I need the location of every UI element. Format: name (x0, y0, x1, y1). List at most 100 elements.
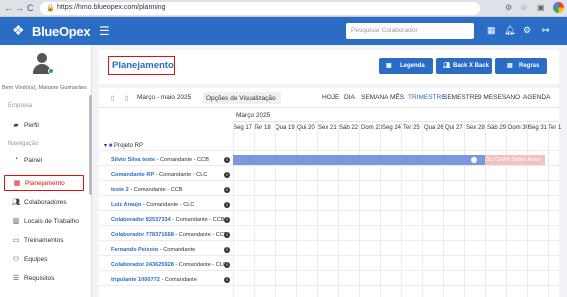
view-trimestre[interactable]: TRIMESTRE (408, 94, 446, 101)
avatar[interactable] (31, 53, 54, 75)
person-name[interactable]: Fernando Peixoto (111, 247, 158, 253)
person-name[interactable]: tripulante 1000772 (111, 277, 160, 283)
project-label: Projeto RP (113, 143, 143, 149)
person-row[interactable]: Silvio Silva teste - Comandante - CCB (111, 157, 209, 163)
person-row[interactable]: Comandante RP - Comandante - CLC (111, 172, 207, 178)
profile-icon[interactable] (553, 2, 564, 13)
person-name[interactable]: Colaborador 778371668 (111, 232, 174, 238)
view-hoje[interactable]: HOJE (322, 94, 339, 101)
gantt-bar[interactable] (233, 155, 486, 165)
planner-panel: ▯ ▯ Março - maio 2025 Opções de Visualiz… (99, 88, 562, 297)
sidebar-item-label: Requisitos (24, 275, 55, 282)
users-icon: 👥︎ (443, 63, 451, 69)
person-role: - Comandante (158, 247, 196, 253)
date-range: Março - maio 2025 (137, 94, 192, 101)
view-semestre[interactable]: SEMESTRE (443, 94, 479, 101)
calendar-icon: ▦ (13, 180, 21, 187)
back-arrow-icon[interactable]: ← (4, 3, 13, 13)
table-row (99, 140, 559, 151)
person-row[interactable]: Colaborador 82537334 - Comandante - CCB (111, 217, 225, 223)
info-icon[interactable]: i (224, 247, 230, 253)
view-ano[interactable]: ANO (506, 94, 520, 101)
day-label: Sáb 22 (339, 125, 359, 131)
gantt-event-bar[interactable]: Sc CHAA Sobre Aviso (485, 155, 545, 165)
bell-icon[interactable]: 🔔︎ (504, 25, 515, 36)
view-9-meses[interactable]: 9 MESES (478, 94, 506, 101)
view-options-dropdown[interactable]: Opções de Visualização (203, 92, 281, 104)
sidebar-item-planejamento[interactable]: ▦ Planejamento (4, 175, 84, 191)
day-label: Sex 21 (318, 125, 337, 131)
view-mes[interactable]: MÊS (390, 94, 404, 101)
info-icon[interactable]: i (224, 202, 230, 208)
day-label: Ter 1 (548, 125, 562, 131)
day-label: Seg 17 (233, 125, 253, 131)
logout-icon[interactable]: ↦ (542, 25, 550, 36)
person-row[interactable]: Luiz Araujo - Comandante - CLC (111, 202, 194, 208)
info-icon[interactable]: i (224, 262, 230, 268)
info-icon[interactable]: i (224, 172, 230, 178)
sidebar-item-locais[interactable]: ▥ Locais de Trabalho (4, 214, 84, 230)
sidebar-item-label: Treinamentos (24, 237, 64, 244)
timeline-header: Março 2025 Seg 17 Ter 18 Qua 19 Qui 20 S… (233, 108, 562, 140)
person-name[interactable]: Colaborador 243625928 (111, 262, 174, 268)
person-name[interactable]: Luiz Araujo (111, 202, 141, 208)
next-icon[interactable]: ▯ (125, 94, 129, 102)
person-row[interactable]: Colaborador 778371668 - Comandante - CCB (111, 232, 228, 238)
menu-toggle-icon[interactable]: ☰ (99, 24, 110, 38)
search-input[interactable]: Pesquisar Colaborador (346, 23, 474, 39)
event-label: Sc CHAA Sobre Aviso (487, 157, 541, 163)
person-name[interactable]: Silvio Silva teste (111, 157, 155, 163)
info-icon[interactable]: i (224, 157, 230, 163)
sidebar-item-label: Colaboradores (24, 199, 67, 206)
sidebar-item-painel[interactable]: ◔ Painel (4, 153, 84, 169)
view-options-label: Opções de Visualização (206, 94, 276, 102)
bar-handle-icon[interactable] (471, 157, 477, 163)
view-agenda[interactable]: AGENDA (523, 94, 550, 101)
person-name[interactable]: Comandante RP (111, 172, 154, 178)
gear-icon[interactable]: ⚙ (523, 25, 531, 36)
legend-button[interactable]: ▣ Legenda (379, 58, 433, 74)
sidebar-item-label: Painel (24, 157, 43, 164)
prev-icon[interactable]: ▯ (111, 94, 115, 102)
view-semana[interactable]: SEMANA (361, 94, 388, 101)
person-name[interactable]: teste 2 (111, 187, 129, 193)
sidebar-scrollbar[interactable] (89, 95, 92, 195)
day-label: Sáb 29 (487, 125, 507, 131)
person-row[interactable]: Fernando Peixoto - Comandante (111, 247, 195, 253)
back-x-back-button[interactable]: 👥︎ Back X Back (436, 58, 492, 74)
sidebar-item-treinamentos[interactable]: ▭ Treinamentos (4, 233, 84, 249)
person-row[interactable]: Colaborador 243625928 - Comandante - CLC (111, 262, 227, 268)
reload-icon[interactable]: C (27, 3, 34, 13)
project-row[interactable]: ▾ ■ Projeto RP (104, 142, 143, 149)
sidebar-item-requisitos[interactable]: ☰ Requisitos (4, 271, 84, 287)
section-empresa: Empresa (8, 103, 33, 109)
planner-toolbar: ▯ ▯ Março - maio 2025 Opções de Visualiz… (99, 88, 559, 108)
person-name[interactable]: Colaborador 82537334 (111, 217, 171, 223)
sidebar-item-colaboradores[interactable]: 👥︎ Colaboradores (4, 195, 84, 211)
person-row[interactable]: tripulante 1000772 - Comandante (111, 277, 197, 283)
app-logo[interactable]: BlueOpex (32, 24, 91, 39)
logo-icon: ❖ (12, 22, 25, 38)
address-bar[interactable]: 🔒 https://hmo.blueopex.com/planning (40, 2, 480, 15)
translate-icon[interactable]: ⚙ (505, 3, 512, 12)
info-icon[interactable]: i (224, 277, 230, 283)
info-icon[interactable]: i (224, 187, 230, 193)
grid-icon[interactable]: ▦ (487, 25, 496, 36)
star-icon[interactable]: ☆ (520, 3, 527, 12)
person-role: - Comandante - CLC (173, 262, 227, 268)
app-header: ❖ BlueOpex ☰ Pesquisar Colaborador ▦ 🔔︎ … (0, 17, 567, 45)
day-label: Ter 18 (254, 125, 271, 131)
sidebar-item-perfil[interactable]: ▰ Perfil (4, 118, 84, 134)
sidebar: Bem Vindo(a), Mariane Guimarães Empresa … (0, 45, 92, 297)
sidebar-item-label: Locais de Trabalho (24, 218, 79, 225)
avatar-head (37, 53, 47, 63)
person-row[interactable]: teste 2 - Comandante - CCB (111, 187, 183, 193)
info-icon[interactable]: i (224, 217, 230, 223)
rules-button[interactable]: ▤ Regras (495, 58, 547, 74)
view-dia[interactable]: DIA (344, 94, 355, 101)
back-x-back-label: Back X Back (453, 62, 490, 69)
info-icon[interactable]: i (224, 232, 230, 238)
extension-icon[interactable]: ▣ (537, 3, 545, 12)
forward-arrow-icon[interactable]: → (15, 3, 24, 13)
sidebar-item-equipes[interactable]: ⚇ Equipes (4, 252, 84, 268)
